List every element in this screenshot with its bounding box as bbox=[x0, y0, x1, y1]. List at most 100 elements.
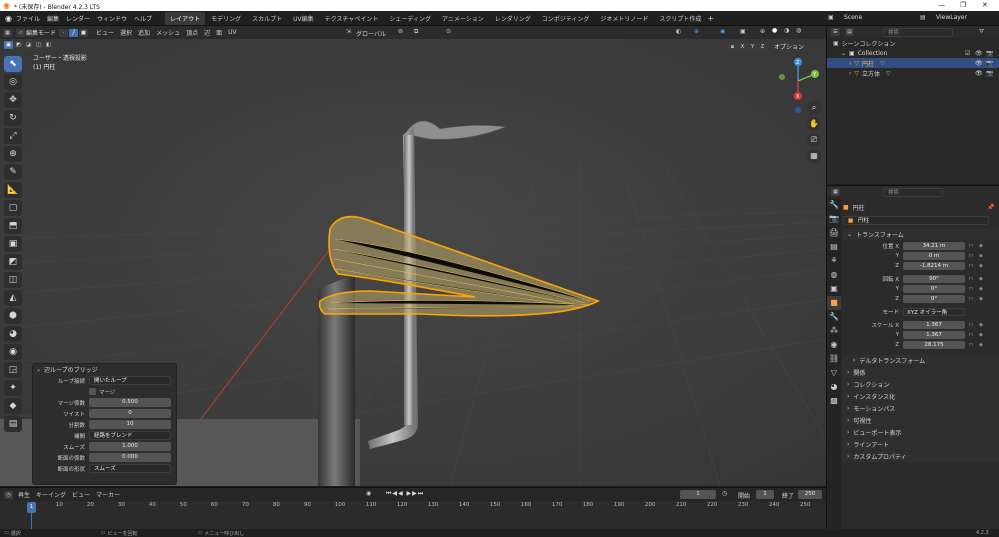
outliner-item-cube[interactable]: › ▽ 立方体 ▽ 👁 📷 bbox=[827, 68, 999, 78]
menu-render[interactable]: レンダー bbox=[66, 14, 90, 23]
poly-build-tool-icon[interactable]: ⬢ bbox=[4, 308, 22, 324]
collection-visibility-icon[interactable]: 👁 bbox=[975, 50, 983, 57]
orientation-selector[interactable]: グローバル bbox=[356, 29, 386, 38]
spin-tool-icon[interactable]: ◕ bbox=[4, 326, 22, 342]
tab-uv-editing[interactable]: UV編集 bbox=[288, 12, 319, 25]
options-menu[interactable]: オプション bbox=[774, 42, 804, 51]
menu-window[interactable]: ウィンドウ bbox=[97, 14, 127, 23]
texture-tab-icon[interactable]: ▩ bbox=[827, 394, 841, 408]
select-new-icon[interactable]: ▣ bbox=[4, 41, 13, 49]
custom-properties-section[interactable]: › カスタムプロパティ bbox=[843, 451, 999, 462]
menu-vertex[interactable]: 頂点 bbox=[186, 28, 198, 37]
operator-panel-header[interactable]: ⌄ 辺ループのブリッジ bbox=[33, 364, 176, 375]
scene-collection-row[interactable]: ▣ シーンコレクション bbox=[827, 38, 999, 48]
mode-selector[interactable]: 編集モード bbox=[26, 28, 56, 37]
profile-factor-field[interactable]: 0.000 bbox=[89, 453, 171, 462]
view-layer-icon[interactable]: ▤ bbox=[920, 14, 926, 21]
select-face-icon[interactable]: ■ bbox=[79, 28, 89, 37]
location-z-field[interactable]: -1.8214 m bbox=[903, 261, 965, 271]
relations-section[interactable]: › 関係 bbox=[843, 367, 999, 378]
loop-pairs-dropdown[interactable]: 開いたループ bbox=[89, 376, 171, 385]
properties-search[interactable]: 検索 bbox=[883, 188, 943, 197]
keyframe-icon[interactable]: ◆ bbox=[979, 296, 985, 302]
rotation-mode-dropdown[interactable]: XYZ オイラー角 bbox=[903, 307, 965, 317]
proportional-edit-icon[interactable]: ⊙ bbox=[446, 28, 451, 35]
transform-tool-icon[interactable]: ⊕ bbox=[4, 146, 22, 162]
collapse-chevron-icon[interactable]: ⌄ bbox=[36, 366, 41, 373]
tab-animation[interactable]: アニメーション bbox=[437, 12, 489, 25]
physics-tab-icon[interactable]: ◉ bbox=[827, 338, 841, 352]
shading-wireframe-icon[interactable]: ⊕ bbox=[760, 28, 765, 35]
world-tab-icon[interactable]: ◍ bbox=[827, 268, 841, 282]
keyframe-icon[interactable]: ◆ bbox=[979, 276, 985, 282]
material-tab-icon[interactable]: ◕ bbox=[827, 380, 841, 394]
location-y-field[interactable]: 0 m bbox=[903, 251, 965, 261]
collection-row[interactable]: ⌄ ▣ Collection ☑ 👁 📷 bbox=[827, 48, 999, 58]
tab-layout[interactable]: レイアウト bbox=[165, 11, 206, 25]
location-x-field[interactable]: 34.21 m bbox=[903, 241, 965, 251]
delta-transform-section[interactable]: › デルタトランスフォーム bbox=[843, 355, 999, 366]
lock-icon[interactable]: ⊓ bbox=[969, 296, 975, 302]
scale-x-field[interactable]: 1.367 bbox=[903, 320, 965, 330]
lock-icon[interactable]: ⊓ bbox=[969, 276, 975, 282]
annotate-tool-icon[interactable]: ✎ bbox=[4, 164, 22, 180]
instancing-section[interactable]: › インスタンス化 bbox=[843, 391, 999, 402]
axis-y-toggle[interactable]: Y bbox=[748, 42, 757, 51]
mirror-icon[interactable]: ⧈ bbox=[728, 42, 737, 51]
scene-selector[interactable]: Scene bbox=[844, 14, 862, 21]
minimize-icon[interactable]: — bbox=[938, 1, 945, 9]
object-tab-icon[interactable]: ■ bbox=[827, 296, 841, 310]
rip-tool-icon[interactable]: ▤ bbox=[4, 416, 22, 432]
viewport-display-section[interactable]: › ビューポート表示 bbox=[843, 427, 999, 438]
expand-chevron-icon[interactable]: › bbox=[849, 70, 851, 77]
playhead[interactable]: 1 bbox=[27, 502, 36, 513]
keyframe-icon[interactable]: ◆ bbox=[979, 263, 985, 269]
scale-z-field[interactable]: 28.175 bbox=[903, 340, 965, 350]
axis-z-toggle[interactable]: Z bbox=[758, 42, 767, 51]
rotation-y-field[interactable]: 0° bbox=[903, 284, 965, 294]
collections-section[interactable]: › コレクション bbox=[843, 379, 999, 390]
pin-icon[interactable]: 📌 bbox=[987, 204, 994, 211]
cylinder-render-icon[interactable]: 📷 bbox=[986, 60, 993, 67]
collection-tab-icon[interactable]: ▣ bbox=[827, 282, 841, 296]
expand-chevron-icon[interactable]: › bbox=[849, 60, 851, 67]
data-tab-icon[interactable]: ▽ bbox=[827, 366, 841, 380]
rotate-tool-icon[interactable]: ↻ bbox=[4, 110, 22, 126]
axis-x-toggle[interactable]: X bbox=[738, 42, 747, 51]
tab-sculpt[interactable]: スカルプト bbox=[247, 12, 287, 25]
menu-edit[interactable]: 編集 bbox=[47, 14, 59, 23]
end-frame-field[interactable]: 250 bbox=[798, 490, 822, 499]
menu-face[interactable]: 面 bbox=[216, 28, 222, 37]
select-extend-icon[interactable]: ◩ bbox=[14, 41, 23, 49]
tab-geometry-nodes[interactable]: ジオメトリノード bbox=[595, 12, 653, 25]
menu-select[interactable]: 選択 bbox=[120, 28, 132, 37]
extrude-tool-icon[interactable]: ⬒ bbox=[4, 218, 22, 234]
output-tab-icon[interactable]: 🖨 bbox=[827, 226, 841, 240]
loop-cut-tool-icon[interactable]: ◫ bbox=[4, 272, 22, 288]
line-art-section[interactable]: › ラインアート bbox=[843, 439, 999, 450]
maximize-icon[interactable]: ❐ bbox=[960, 1, 966, 9]
editor-type-icon[interactable]: ▦ bbox=[3, 28, 12, 37]
cuts-field[interactable]: 10 bbox=[89, 420, 171, 429]
menu-marker[interactable]: マーカー bbox=[96, 490, 120, 499]
display-mode-icon[interactable]: ▤ bbox=[845, 28, 854, 36]
menu-mesh[interactable]: メッシュ bbox=[156, 28, 180, 37]
transform-section[interactable]: ⌄ トランスフォーム bbox=[843, 229, 999, 240]
tab-rendering[interactable]: レンダリング bbox=[490, 12, 536, 25]
twist-field[interactable]: 0 bbox=[89, 409, 171, 418]
snap-icon[interactable]: ⧉ bbox=[414, 28, 418, 36]
lock-icon[interactable]: ⊓ bbox=[969, 253, 975, 259]
timeline-editor-icon[interactable]: ◷ bbox=[4, 490, 13, 499]
cube-visibility-icon[interactable]: 👁 bbox=[975, 70, 983, 77]
tab-shading[interactable]: シェーディング bbox=[384, 12, 436, 25]
select-edge-icon[interactable]: ╱ bbox=[69, 28, 79, 37]
collection-render-icon[interactable]: 📷 bbox=[986, 50, 993, 57]
blender-menu-icon[interactable]: ◉ bbox=[5, 14, 12, 23]
start-frame-field[interactable]: 1 bbox=[756, 490, 774, 499]
merge-checkbox[interactable] bbox=[89, 388, 96, 395]
close-icon[interactable]: ✕ bbox=[982, 1, 988, 9]
zoom-icon[interactable]: ⌕ bbox=[807, 101, 821, 115]
tab-scripting[interactable]: スクリプト作成 bbox=[654, 12, 706, 25]
shading-solid-icon[interactable]: ● bbox=[772, 27, 777, 34]
outliner-search[interactable]: 検索 bbox=[883, 28, 953, 37]
